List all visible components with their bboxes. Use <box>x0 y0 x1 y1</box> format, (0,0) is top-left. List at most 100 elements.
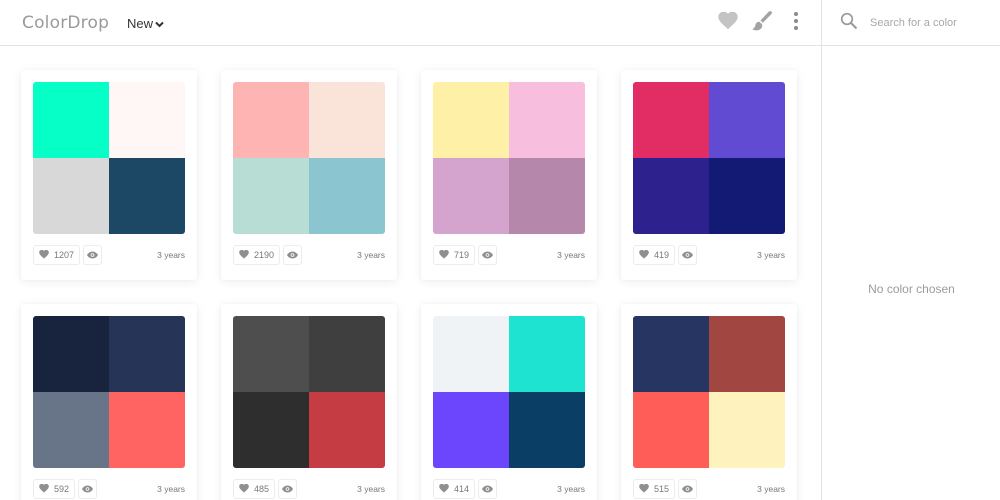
color-block[interactable] <box>709 158 785 234</box>
more-menu-button[interactable] <box>791 0 801 46</box>
palette-meta: 414 3 years <box>433 479 585 499</box>
palette-swatch <box>633 82 785 234</box>
empty-selection-message: No color chosen <box>868 282 955 296</box>
color-block[interactable] <box>709 392 785 468</box>
like-count: 1207 <box>54 250 75 260</box>
color-block[interactable] <box>633 316 709 392</box>
color-block[interactable] <box>309 316 385 392</box>
like-button[interactable]: 1207 <box>33 245 81 265</box>
color-block[interactable] <box>309 158 385 234</box>
create-palette-button[interactable] <box>751 0 773 46</box>
color-block[interactable] <box>109 316 185 392</box>
palette-swatch <box>33 82 185 234</box>
color-sidebar: No color chosen <box>821 0 1000 500</box>
like-button[interactable]: 515 <box>633 479 676 499</box>
heart-icon <box>639 249 654 261</box>
color-block[interactable] <box>633 158 709 234</box>
eye-icon <box>482 246 493 264</box>
color-block[interactable] <box>709 316 785 392</box>
favorites-button[interactable] <box>718 0 738 46</box>
view-button[interactable] <box>278 479 297 499</box>
color-block[interactable] <box>233 82 309 158</box>
palette-card[interactable]: 719 3 years <box>421 70 597 280</box>
like-count: 419 <box>654 250 670 260</box>
color-block[interactable] <box>33 158 109 234</box>
palette-card[interactable]: 515 3 years <box>621 304 797 500</box>
like-button[interactable]: 2190 <box>233 245 281 265</box>
search-input[interactable] <box>870 13 994 33</box>
view-button[interactable] <box>78 479 97 499</box>
like-button[interactable]: 592 <box>33 479 76 499</box>
search-icon <box>840 12 858 35</box>
color-block[interactable] <box>509 158 585 234</box>
heart-icon <box>639 483 654 495</box>
color-block[interactable] <box>33 392 109 468</box>
view-button[interactable] <box>478 245 497 265</box>
color-block[interactable] <box>709 82 785 158</box>
like-count: 592 <box>54 484 70 494</box>
color-block[interactable] <box>433 316 509 392</box>
view-button[interactable] <box>678 245 697 265</box>
palette-card[interactable]: 2190 3 years <box>221 70 397 280</box>
color-block[interactable] <box>309 392 385 468</box>
sort-dropdown-label: New <box>127 16 154 31</box>
paintbrush-icon <box>751 10 773 37</box>
eye-icon <box>87 246 98 264</box>
palette-meta: 592 3 years <box>33 479 185 499</box>
palette-meta: 719 3 years <box>433 245 585 265</box>
color-block[interactable] <box>233 392 309 468</box>
like-count: 719 <box>454 250 470 260</box>
heart-icon <box>39 483 54 495</box>
like-button[interactable]: 419 <box>633 245 676 265</box>
color-block[interactable] <box>109 158 185 234</box>
view-button[interactable] <box>83 245 102 265</box>
palette-age: 3 years <box>157 484 185 494</box>
chevron-down-icon <box>153 16 164 31</box>
color-block[interactable] <box>33 82 109 158</box>
color-block[interactable] <box>633 82 709 158</box>
palette-swatch <box>233 316 385 468</box>
palette-age: 3 years <box>357 484 385 494</box>
color-block[interactable] <box>433 82 509 158</box>
view-button[interactable] <box>478 479 497 499</box>
color-block[interactable] <box>309 82 385 158</box>
app-logo[interactable]: ColorDrop <box>22 13 109 33</box>
color-block[interactable] <box>433 392 509 468</box>
palette-meta: 419 3 years <box>633 245 785 265</box>
palette-swatch <box>433 82 585 234</box>
color-block[interactable] <box>509 316 585 392</box>
like-count: 485 <box>254 484 270 494</box>
palette-meta: 485 3 years <box>233 479 385 499</box>
palette-meta: 1207 3 years <box>33 245 185 265</box>
heart-icon <box>39 249 54 261</box>
view-button[interactable] <box>678 479 697 499</box>
color-block[interactable] <box>233 158 309 234</box>
color-block[interactable] <box>109 392 185 468</box>
like-count: 515 <box>654 484 670 494</box>
palette-swatch <box>33 316 185 468</box>
like-button[interactable]: 414 <box>433 479 476 499</box>
view-button[interactable] <box>283 245 302 265</box>
palette-card[interactable]: 592 3 years <box>21 304 197 500</box>
color-block[interactable] <box>633 392 709 468</box>
like-button[interactable]: 485 <box>233 479 276 499</box>
palette-card[interactable]: 485 3 years <box>221 304 397 500</box>
palette-age: 3 years <box>757 484 785 494</box>
top-bar: ColorDrop New <box>0 0 821 46</box>
color-block[interactable] <box>109 82 185 158</box>
sort-dropdown[interactable]: New <box>127 16 164 31</box>
palette-card[interactable]: 414 3 years <box>421 304 597 500</box>
color-block[interactable] <box>33 316 109 392</box>
like-count: 414 <box>454 484 470 494</box>
palette-card[interactable]: 1207 3 years <box>21 70 197 280</box>
palette-card[interactable]: 419 3 years <box>621 70 797 280</box>
eye-icon <box>82 480 93 498</box>
color-block[interactable] <box>509 392 585 468</box>
color-block[interactable] <box>433 158 509 234</box>
like-button[interactable]: 719 <box>433 245 476 265</box>
palette-age: 3 years <box>157 250 185 260</box>
palette-age: 3 years <box>557 250 585 260</box>
color-block[interactable] <box>233 316 309 392</box>
color-block[interactable] <box>509 82 585 158</box>
eye-icon <box>482 480 493 498</box>
